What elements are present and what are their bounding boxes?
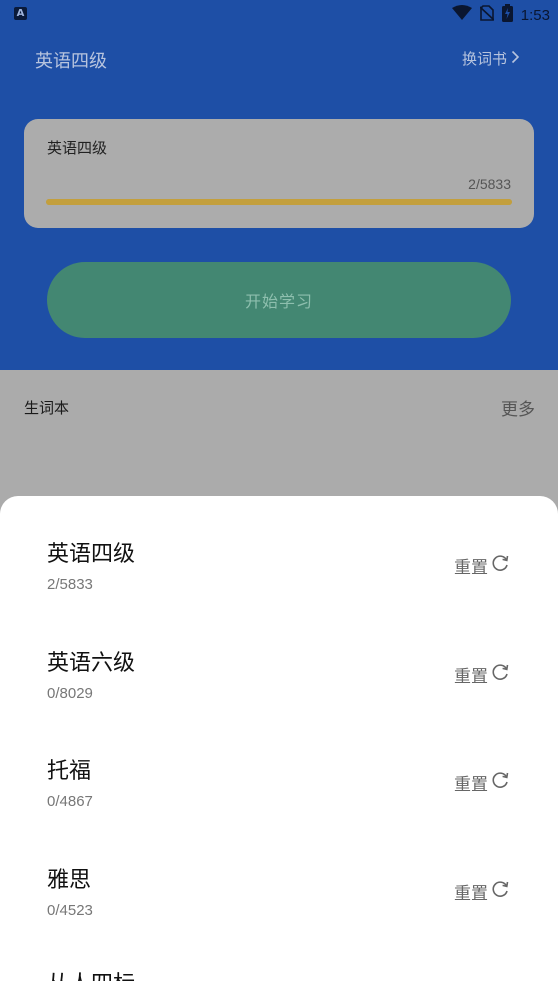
app-screen: A 1:53 英语四级 换词书 英语四级 2/5833 开始学习 生词本 更多 … [0,0,558,992]
status-bar: A 1:53 [0,0,558,30]
no-sim-icon [479,5,495,25]
refresh-icon [490,553,510,578]
reset-button[interactable]: 重置 [454,879,510,904]
wifi-icon [451,5,472,25]
header-area: A 1:53 英语四级 换词书 英语四级 2/5833 开始学习 [0,0,558,370]
book-item-toefl[interactable]: 托福 0/4867 重置 [0,713,558,821]
battery-charging-icon [501,4,513,26]
vocab-notebook-row: 生词本 更多 [0,370,558,440]
book-name: 英语六级 [47,651,136,676]
reset-label: 重置 [454,775,488,795]
status-time: 1:53 [520,6,550,24]
book-item-partial[interactable]: 从人四标 [47,971,135,981]
app-notification-icon: A [14,7,27,20]
book-item-ielts[interactable]: 雅思 0/4523 重置 [0,822,558,930]
vocab-more-link[interactable]: 更多 [501,395,535,420]
book-item-cet6[interactable]: 英语六级 0/8029 重置 [0,605,558,713]
current-book-progress-bar [46,199,512,205]
refresh-icon [490,770,510,795]
refresh-icon [490,662,510,687]
book-progress: 2/5833 [47,576,93,593]
start-learning-button[interactable]: 开始学习 [47,262,511,338]
reset-label: 重置 [454,558,488,578]
change-book-button[interactable]: 换词书 [462,48,520,69]
book-name: 雅思 [47,868,92,893]
reset-label: 重置 [454,667,488,687]
reset-button[interactable]: 重置 [454,553,510,578]
book-progress: 0/8029 [47,685,93,702]
current-book-progress-text: 2/5833 [468,176,511,192]
book-progress: 0/4523 [47,902,93,919]
vocab-notebook-title: 生词本 [24,399,70,417]
current-book-progress-fill [46,199,512,205]
reset-button[interactable]: 重置 [454,662,510,687]
book-item-cet4[interactable]: 英语四级 2/5833 重置 [0,496,558,604]
current-book-name: 英语四级 [47,139,108,157]
current-book-card[interactable]: 英语四级 2/5833 [24,119,534,228]
reset-button[interactable]: 重置 [454,770,510,795]
book-progress: 0/4867 [47,793,93,810]
start-learning-label: 开始学习 [244,292,313,311]
refresh-icon [490,879,510,904]
book-name: 托福 [47,759,92,784]
book-name: 英语四级 [47,542,136,567]
page-title: 英语四级 [35,51,107,72]
change-book-label: 换词书 [461,50,507,68]
chevron-right-icon [511,50,520,68]
status-right-group: 1:53 [451,4,550,26]
reset-label: 重置 [454,884,488,904]
book-select-sheet: 英语四级 2/5833 重置 英语六级 0/8029 重置 托福 0/4867 [0,496,558,992]
